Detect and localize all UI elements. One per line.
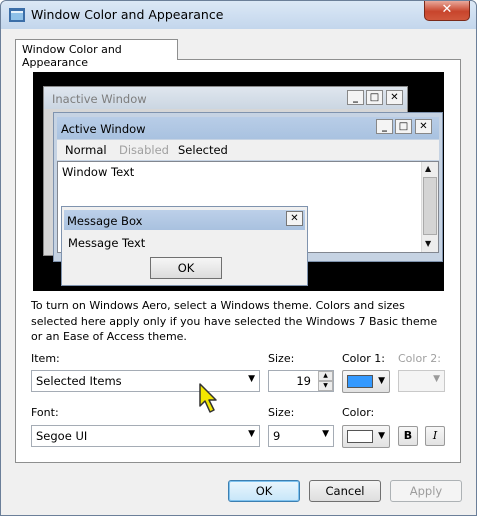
close-icon: ✕ <box>286 211 303 226</box>
mouse-pointer-icon <box>199 383 217 413</box>
item-size-spinner[interactable]: 19 ▲ ▼ <box>268 370 334 392</box>
chevron-down-icon: ▼ <box>248 374 255 384</box>
title-bar: Window Color and Appearance ✕ <box>1 1 476 29</box>
color2-label: Color 2: <box>398 352 441 365</box>
font-size-value: 9 <box>273 429 281 443</box>
font-color-button[interactable]: ▼ <box>342 425 390 448</box>
cancel-button[interactable]: Cancel <box>309 480 381 502</box>
item-size-value: 19 <box>296 374 311 388</box>
menu-selected[interactable]: Selected <box>178 143 228 157</box>
menu-disabled[interactable]: Disabled <box>119 143 169 157</box>
window-title: Window Color and Appearance <box>31 7 224 22</box>
font-size-label: Size: <box>268 406 295 419</box>
apply-button[interactable]: Apply <box>390 480 462 502</box>
scroll-thumb[interactable] <box>423 177 437 235</box>
tab-window-color[interactable]: Window Color and Appearance <box>15 39 178 69</box>
size-label: Size: <box>268 352 295 365</box>
preview-message-box[interactable]: Message Box ✕ Message Text OK <box>61 206 308 286</box>
font-size-select[interactable]: 9 ▼ <box>268 425 334 447</box>
color1-swatch <box>347 375 373 388</box>
color2-button[interactable]: ▼ <box>398 370 445 392</box>
font-label: Font: <box>31 406 59 419</box>
close-icon: ✕ <box>415 119 432 134</box>
italic-button[interactable]: I <box>425 426 445 446</box>
message-ok-button[interactable]: OK <box>150 257 222 279</box>
preview-scrollbar[interactable]: ▲ ▼ <box>421 162 438 252</box>
font-select-value: Segoe UI <box>36 429 88 443</box>
minimize-icon: _ <box>347 90 364 105</box>
font-color-label: Color: <box>342 406 375 419</box>
dialog-window: Window Color and Appearance ✕ Window Col… <box>0 0 477 516</box>
description-text: To turn on Windows Aero, select a Window… <box>31 299 438 343</box>
preview-menu-bar: Normal Disabled Selected <box>57 140 439 160</box>
chevron-down-icon: ▼ <box>378 376 385 386</box>
menu-normal[interactable]: Normal <box>65 143 107 157</box>
spin-up-icon[interactable]: ▲ <box>318 371 333 381</box>
chevron-down-icon: ▼ <box>248 429 255 439</box>
color1-label: Color 1: <box>342 352 385 365</box>
window-text: Window Text <box>62 165 135 179</box>
chevron-down-icon: ▼ <box>378 431 385 441</box>
color1-button[interactable]: ▼ <box>342 370 390 393</box>
item-select-value: Selected Items <box>36 374 122 388</box>
spin-down-icon[interactable]: ▼ <box>318 381 333 391</box>
font-select[interactable]: Segoe UI ▼ <box>31 425 260 447</box>
app-icon <box>9 8 25 22</box>
bold-button[interactable]: B <box>398 426 418 446</box>
ok-button[interactable]: OK <box>228 480 300 502</box>
close-icon: ✕ <box>386 90 403 105</box>
minimize-icon: _ <box>376 119 393 134</box>
item-select[interactable]: Selected Items ▼ <box>31 370 260 392</box>
close-button[interactable]: ✕ <box>424 1 470 21</box>
chevron-down-icon: ▼ <box>322 429 329 439</box>
chevron-down-icon: ▼ <box>433 374 440 384</box>
maximize-icon: □ <box>395 119 412 134</box>
message-text: Message Text <box>68 236 146 250</box>
maximize-icon: □ <box>366 90 383 105</box>
item-label: Item: <box>31 352 60 365</box>
message-box-title: Message Box <box>64 210 305 230</box>
font-color-swatch <box>347 430 373 443</box>
scroll-up-icon: ▲ <box>425 164 432 173</box>
scroll-down-icon: ▼ <box>425 239 432 248</box>
